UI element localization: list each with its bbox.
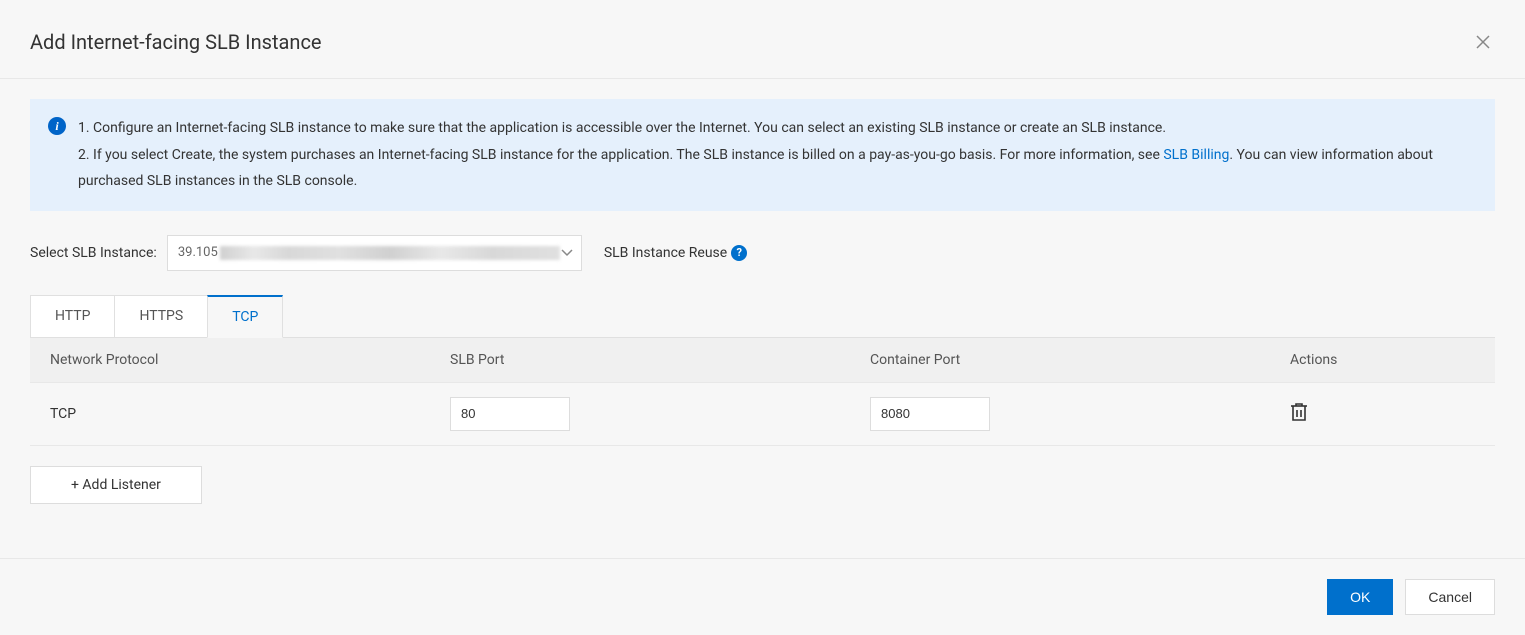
tab-tcp[interactable]: TCP <box>207 295 283 338</box>
dialog-footer: OK Cancel <box>0 558 1525 635</box>
cell-slb-port <box>450 397 870 431</box>
tab-https[interactable]: HTTPS <box>114 295 208 337</box>
cell-container-port <box>870 397 1290 431</box>
protocol-tabs: HTTP HTTPS TCP <box>30 295 1495 338</box>
dialog-header: Add Internet-facing SLB Instance <box>0 0 1525 79</box>
ok-button[interactable]: OK <box>1327 579 1393 615</box>
info-line2a: 2. If you select Create, the system purc… <box>78 147 1163 163</box>
tab-http[interactable]: HTTP <box>30 295 115 337</box>
cancel-button[interactable]: Cancel <box>1405 579 1495 615</box>
help-icon[interactable]: ? <box>731 245 747 261</box>
cell-actions <box>1290 402 1475 426</box>
slb-value-redacted <box>220 246 560 260</box>
info-line1: 1. Configure an Internet-facing SLB inst… <box>78 120 1166 136</box>
trash-icon <box>1290 402 1308 422</box>
add-listener-button[interactable]: + Add Listener <box>30 466 202 504</box>
table-header: Network Protocol SLB Port Container Port… <box>30 338 1495 383</box>
info-text: 1. Configure an Internet-facing SLB inst… <box>78 115 1477 195</box>
table-row: TCP <box>30 383 1495 446</box>
delete-button[interactable] <box>1290 402 1308 422</box>
listener-table: Network Protocol SLB Port Container Port… <box>30 338 1495 446</box>
slb-instance-select[interactable]: 39.105 <box>167 235 582 271</box>
slb-port-input[interactable] <box>450 397 570 431</box>
cell-protocol: TCP <box>50 406 450 422</box>
slb-reuse-text: SLB Instance Reuse <box>604 245 727 261</box>
dialog-body: i 1. Configure an Internet-facing SLB in… <box>0 79 1525 558</box>
dialog: Add Internet-facing SLB Instance i 1. Co… <box>0 0 1525 635</box>
header-slb-port: SLB Port <box>450 352 870 368</box>
info-icon: i <box>48 117 66 135</box>
slb-value-prefix: 39.105 <box>178 245 218 260</box>
close-icon <box>1475 34 1491 50</box>
slb-billing-link[interactable]: SLB Billing <box>1163 147 1229 163</box>
select-slb-label: Select SLB Instance: <box>30 245 157 261</box>
info-box: i 1. Configure an Internet-facing SLB in… <box>30 99 1495 211</box>
slb-reuse-label: SLB Instance Reuse ? <box>604 245 747 261</box>
chevron-down-icon <box>560 245 574 261</box>
header-protocol: Network Protocol <box>50 352 450 368</box>
header-container-port: Container Port <box>870 352 1290 368</box>
dialog-title: Add Internet-facing SLB Instance <box>30 30 322 54</box>
header-actions: Actions <box>1290 352 1475 368</box>
select-slb-row: Select SLB Instance: 39.105 SLB Instance… <box>30 235 1495 271</box>
close-button[interactable] <box>1471 30 1495 54</box>
container-port-input[interactable] <box>870 397 990 431</box>
slb-instance-value: 39.105 <box>178 245 560 260</box>
